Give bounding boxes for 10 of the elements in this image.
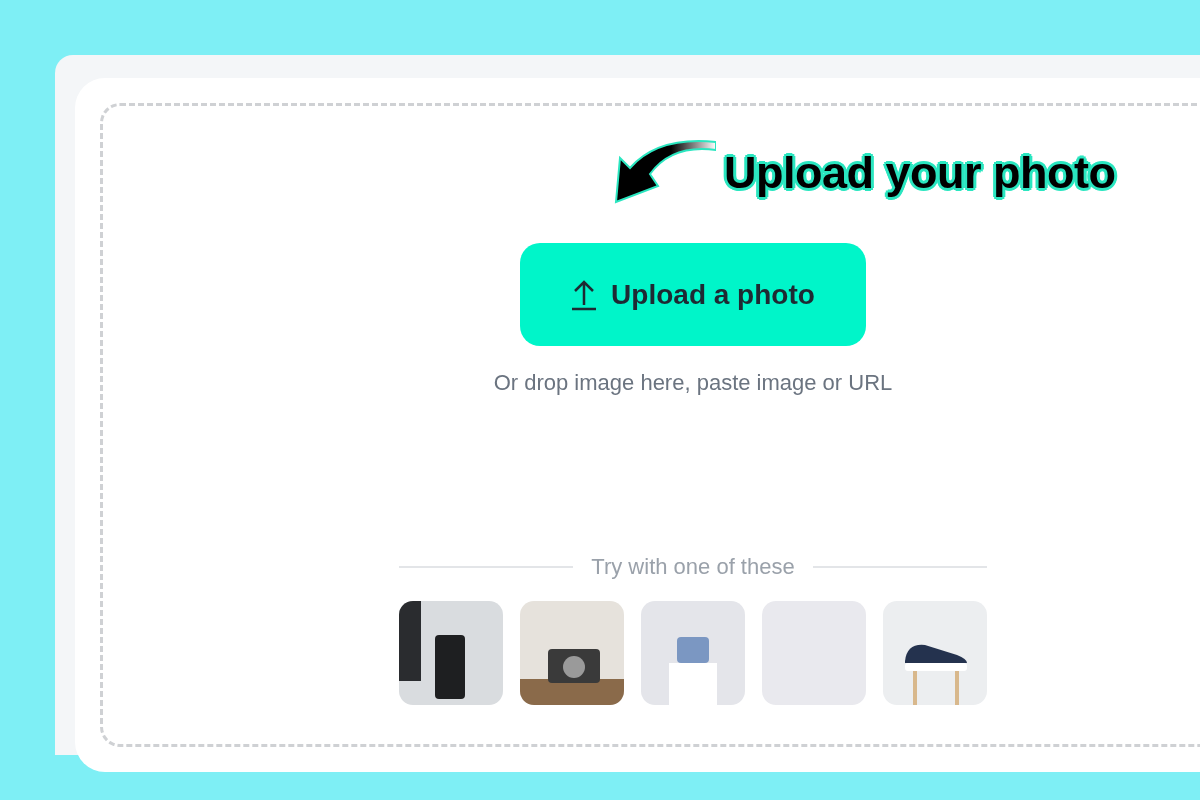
photo-placeholder[interactable] xyxy=(520,601,624,705)
photo-placeholder[interactable] xyxy=(883,601,987,705)
photo-placeholder[interactable] xyxy=(399,601,503,705)
upload-icon xyxy=(571,278,598,311)
curved-arrow-icon xyxy=(612,140,716,206)
upload-button[interactable]: Upload a photo xyxy=(520,243,866,346)
samples-heading: Try with one of these xyxy=(591,554,795,580)
drop-hint: Or drop image here, paste image or URL xyxy=(493,370,893,396)
drop-zone[interactable]: Upload your photo Upload a photo Or drop image here, paste image or URL Try with one of these xyxy=(100,103,1200,747)
callout-text: Upload your photo xyxy=(724,147,1116,199)
